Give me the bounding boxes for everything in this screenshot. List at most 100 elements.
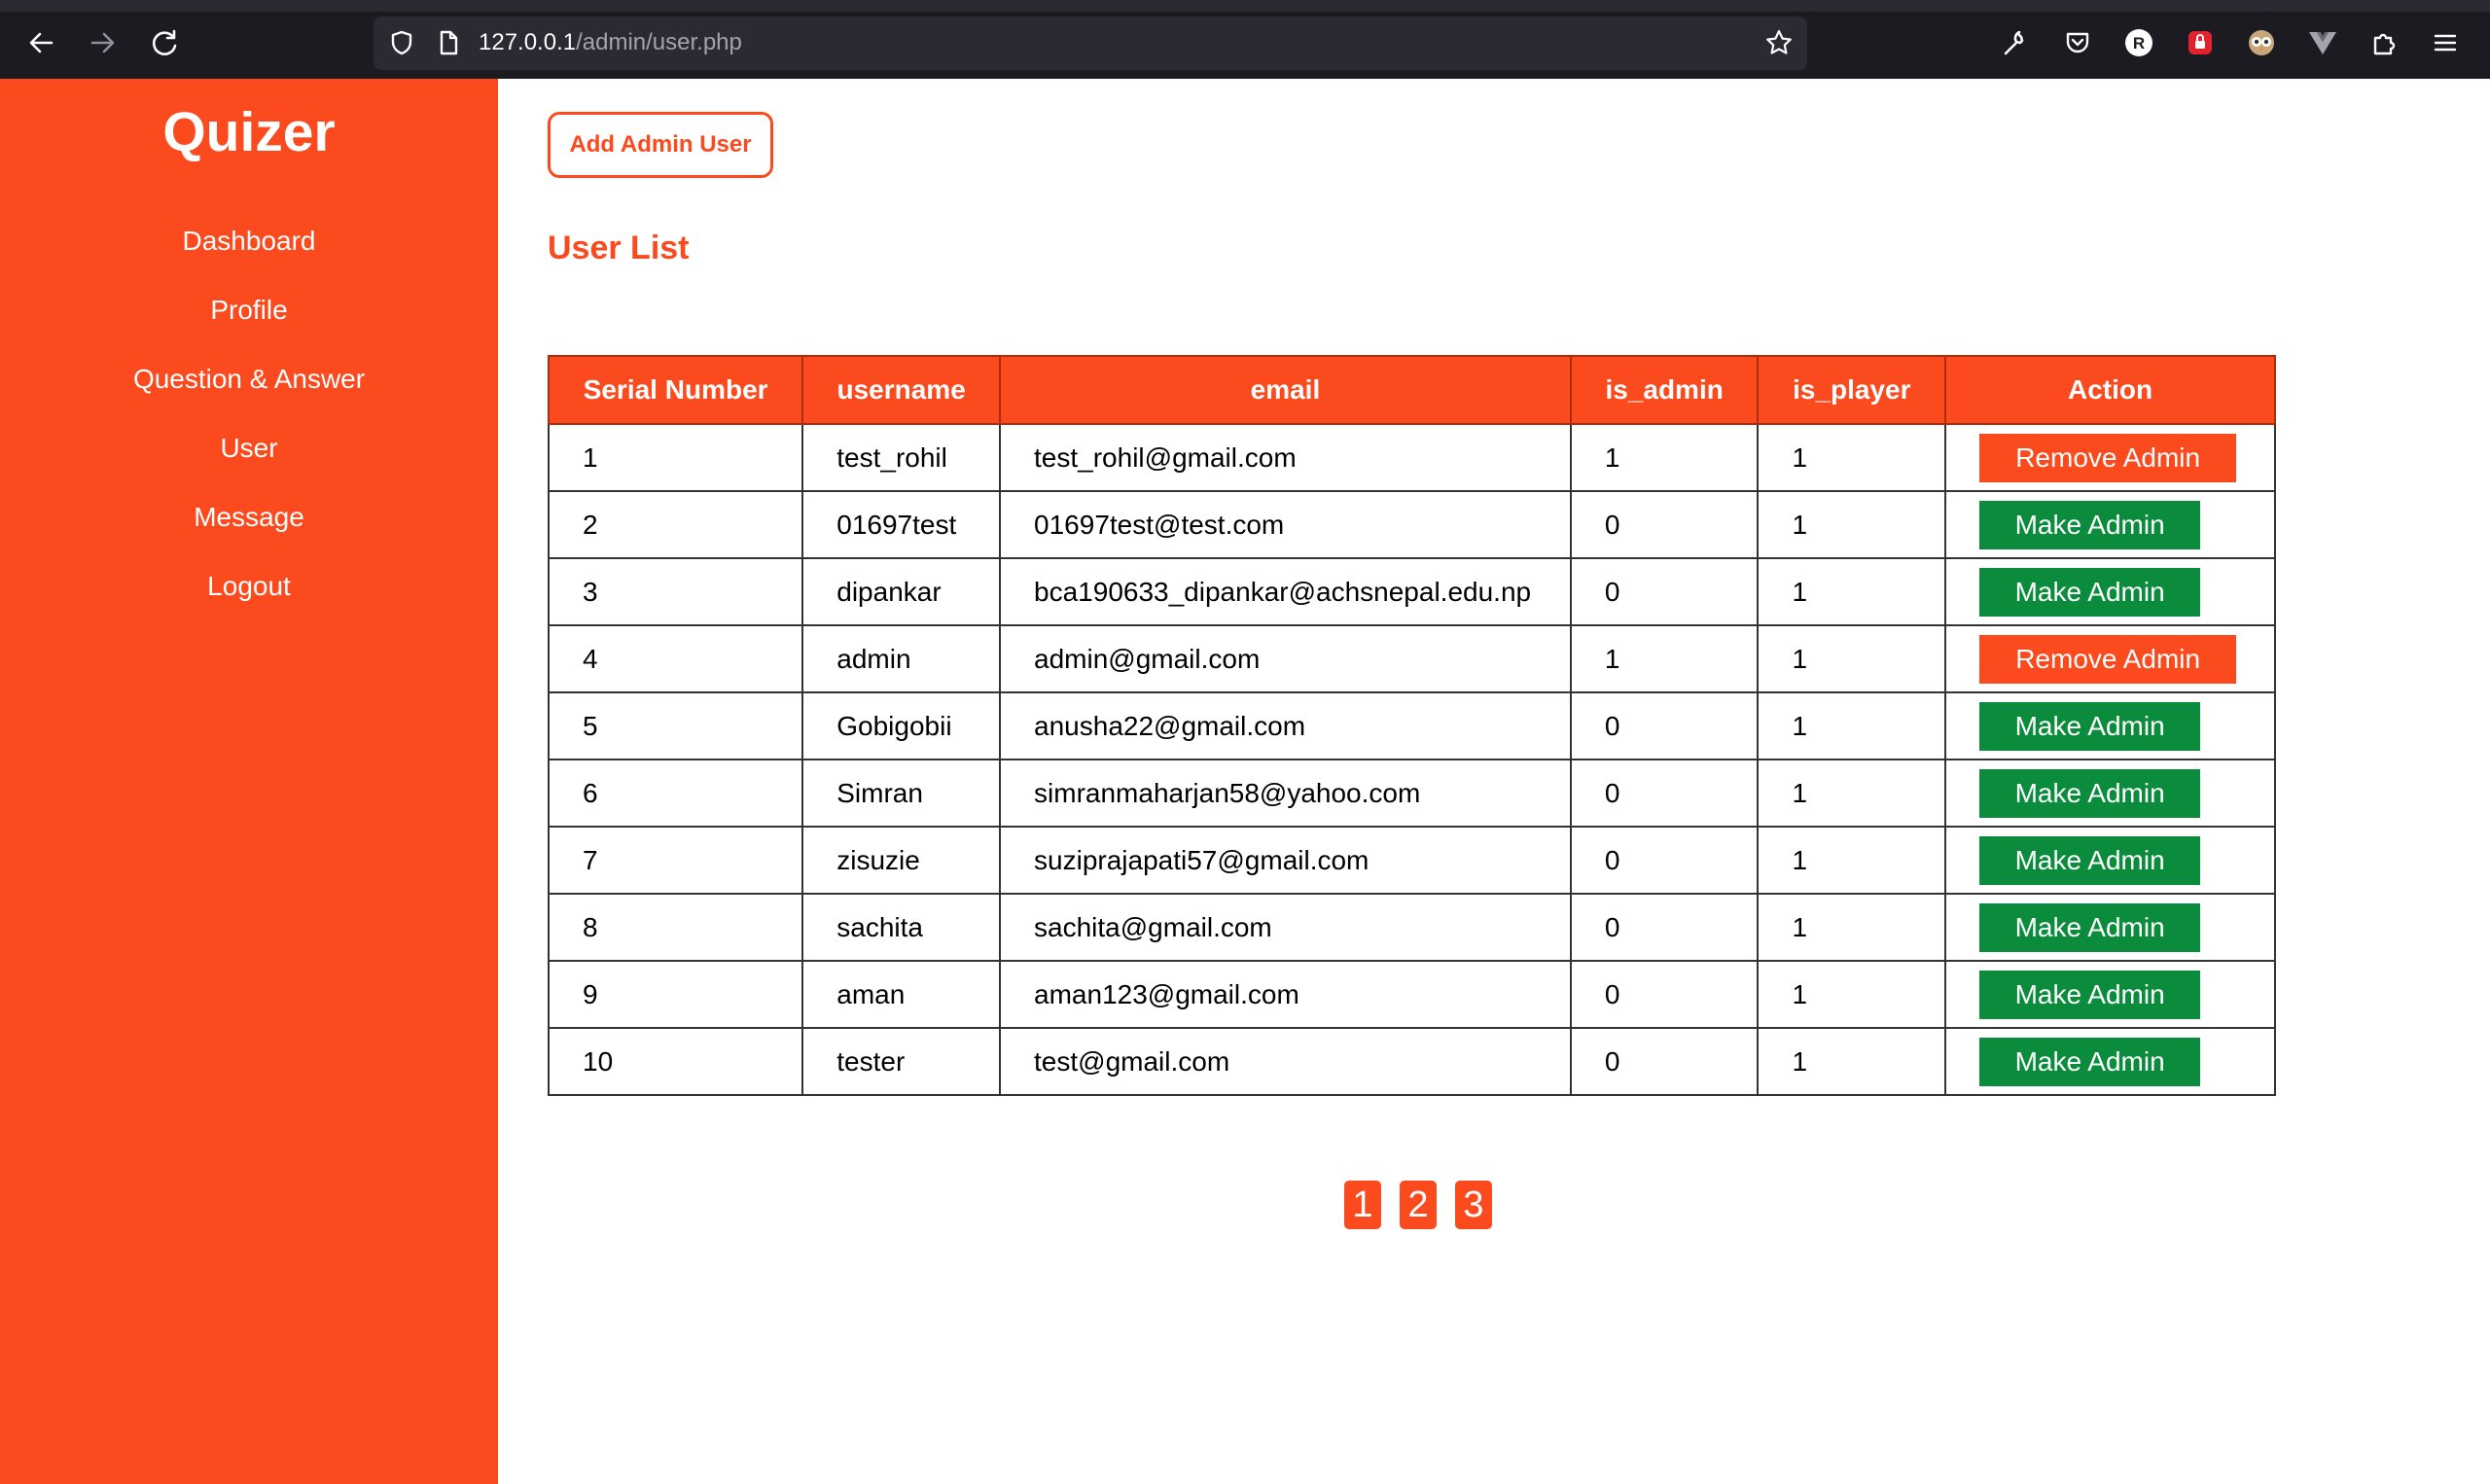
table-row: 4 admin admin@gmail.com 1 1 Remove Admin [547,624,2276,693]
cell-serial-number: 4 [547,624,804,693]
bookmark-star-icon[interactable] [1759,22,1799,63]
make-admin-button[interactable]: Make Admin [1979,567,2201,617]
cell-action: Make Admin [1944,1027,2276,1096]
sidebar-nav: Dashboard Profile Question & Answer User… [0,206,498,620]
cell-is-admin: 0 [1569,759,1760,828]
cell-is-player: 1 [1757,759,1947,828]
table-row: 6 Simran simranmaharjan58@yahoo.com 0 1 Make … [547,759,2276,828]
cell-username: test_rohil [801,423,1002,492]
cell-email: aman123@gmail.com [999,960,1572,1029]
table-row: 2 01697test 01697test@test.com 0 1 Make Admin [547,490,2276,559]
cell-is-player: 1 [1757,960,1947,1029]
hamburger-menu-icon[interactable] [2426,23,2465,62]
make-admin-button[interactable]: Make Admin [1979,970,2201,1019]
cell-is-admin: 0 [1569,557,1760,626]
cell-email: test@gmail.com [999,1027,1572,1096]
owl-extension-icon[interactable] [2242,23,2281,62]
header-serial-number: Serial Number [547,355,804,425]
pocket-icon[interactable] [2058,23,2097,62]
url-text[interactable]: 127.0.0.1/admin/user.php [479,29,742,56]
main-content: Add Admin User User List Serial Number u… [498,79,2490,1484]
cell-action: Make Admin [1944,557,2276,626]
cell-action: Make Admin [1944,490,2276,559]
cell-username: tester [801,1027,1002,1096]
sidebar-item-logout[interactable]: Logout [0,551,498,620]
cell-serial-number: 10 [547,1027,804,1096]
sidebar-item-dashboard[interactable]: Dashboard [0,206,498,275]
table-row: 5 Gobigobii anusha22@gmail.com 0 1 Make Admin [547,691,2276,760]
cell-action: Make Admin [1944,826,2276,895]
page-info-icon[interactable] [428,22,469,63]
tracking-protection-shield-icon[interactable] [381,22,422,63]
cell-email: bca190633_dipankar@achsnepal.edu.np [999,557,1572,626]
sidebar-item-user[interactable]: User [0,413,498,482]
header-username: username [801,355,1002,425]
cell-is-admin: 0 [1569,893,1760,962]
page-button-1[interactable]: 1 [1344,1181,1381,1229]
cell-action: Make Admin [1944,960,2276,1029]
make-admin-button[interactable]: Make Admin [1979,768,2201,818]
cell-action: Make Admin [1944,759,2276,828]
cell-is-admin: 0 [1569,826,1760,895]
cell-username: admin [801,624,1002,693]
cell-action: Remove Admin [1944,423,2276,492]
cell-serial-number: 2 [547,490,804,559]
table-row: 9 aman aman123@gmail.com 0 1 Make Admin [547,960,2276,1029]
table-row: 8 sachita sachita@gmail.com 0 1 Make Admin [547,893,2276,962]
make-admin-button[interactable]: Make Admin [1979,500,2201,549]
add-admin-user-button[interactable]: Add Admin User [548,112,773,178]
cell-email: anusha22@gmail.com [999,691,1572,760]
address-bar[interactable]: 127.0.0.1/admin/user.php [374,17,1807,70]
make-admin-button[interactable]: Make Admin [1979,701,2201,751]
user-table: Serial Number username email is_admin is… [547,355,2276,1096]
sidebar-item-message[interactable]: Message [0,482,498,551]
browser-toolbar: 127.0.0.1/admin/user.php R [0,0,2490,79]
cell-serial-number: 1 [547,423,804,492]
forward-arrow-icon[interactable] [82,21,124,64]
cell-serial-number: 7 [547,826,804,895]
reload-icon[interactable] [143,21,186,64]
table-header-row: Serial Number username email is_admin is… [547,355,2276,425]
cell-is-player: 1 [1757,490,1947,559]
cell-is-player: 1 [1757,691,1947,760]
password-lock-icon[interactable] [2181,23,2220,62]
extension-r-label: R [2133,34,2145,53]
cell-username: zisuzie [801,826,1002,895]
sidebar: Quizer Dashboard Profile Question & Answ… [0,79,498,1484]
cell-username: 01697test [801,490,1002,559]
brand-logo[interactable]: Quizer [0,100,498,164]
header-is-player: is_player [1757,355,1947,425]
cell-username: sachita [801,893,1002,962]
cell-is-admin: 0 [1569,960,1760,1029]
extensions-puzzle-icon[interactable] [2365,23,2403,62]
header-email: email [999,355,1572,425]
wrench-icon[interactable] [1997,23,2036,62]
cell-action: Make Admin [1944,893,2276,962]
make-admin-button[interactable]: Make Admin [1979,902,2201,952]
page-button-2[interactable]: 2 [1400,1181,1437,1229]
cell-username: Gobigobii [801,691,1002,760]
cell-is-player: 1 [1757,557,1947,626]
url-path: /admin/user.php [576,29,742,55]
cell-is-player: 1 [1757,423,1947,492]
user-table-body: 1 test_rohil test_rohil@gmail.com 1 1 Remove … [547,423,2276,1096]
make-admin-button[interactable]: Make Admin [1979,1037,2201,1086]
cell-username: aman [801,960,1002,1029]
cell-email: sachita@gmail.com [999,893,1572,962]
back-arrow-icon[interactable] [19,21,62,64]
page-button-3[interactable]: 3 [1455,1181,1492,1229]
remove-admin-button[interactable]: Remove Admin [1979,433,2237,482]
sidebar-item-question-answer[interactable]: Question & Answer [0,344,498,413]
cell-is-admin: 0 [1569,691,1760,760]
cell-is-admin: 1 [1569,423,1760,492]
cell-action: Remove Admin [1944,624,2276,693]
cell-serial-number: 6 [547,759,804,828]
make-admin-button[interactable]: Make Admin [1979,835,2201,885]
vue-devtools-icon[interactable] [2303,23,2342,62]
cell-serial-number: 3 [547,557,804,626]
table-row: 10 tester test@gmail.com 0 1 Make Admin [547,1027,2276,1096]
extension-r-icon[interactable]: R [2119,23,2158,62]
cell-username: dipankar [801,557,1002,626]
remove-admin-button[interactable]: Remove Admin [1979,634,2237,684]
sidebar-item-profile[interactable]: Profile [0,275,498,344]
